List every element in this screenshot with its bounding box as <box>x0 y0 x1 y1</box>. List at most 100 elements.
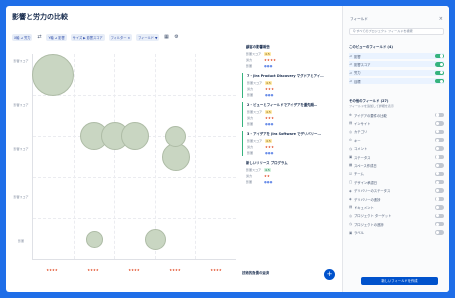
y-axis-label: 影響スコア <box>13 103 29 107</box>
field-item-label: 目標 <box>354 79 361 84</box>
field-item[interactable]: ▢ デザイン承認日 <box>349 179 444 185</box>
y-axis-chip[interactable]: Y軸 ⊿ 影響 <box>46 33 67 41</box>
field-item[interactable]: ▤ インサイト <box>349 120 444 126</box>
field-item[interactable]: ▣ ラベル <box>349 230 444 236</box>
field-item-label: プロジェクト ターゲット <box>354 214 392 219</box>
plot-area[interactable] <box>32 53 236 260</box>
field-item[interactable]: ◈ デリバリーの進捗 <box>349 196 444 202</box>
field-toggle[interactable] <box>435 221 444 227</box>
field-item[interactable]: ⊿ 影響スコア <box>349 61 444 68</box>
field-toggle[interactable] <box>435 129 444 135</box>
idea-bubble[interactable] <box>32 53 75 96</box>
field-label: 労力 <box>247 87 254 91</box>
field-toggle[interactable] <box>435 179 444 185</box>
field-item-label: カテゴリ <box>354 130 368 135</box>
field-toggle[interactable] <box>435 146 444 151</box>
page-title: 影響と労力の比較 <box>12 13 68 21</box>
idea-card[interactable]: 2 - ビューとフィールドでアイデアを優先順… 影響スコア 4.5 労力 ★★★ 影響 ●●… <box>242 102 328 127</box>
idea-card[interactable]: 顧客の影響報告 影響スコア 4.5 労力 ★★★★ 影響 ●●● <box>242 44 328 69</box>
grid-icon[interactable]: ▦ <box>163 34 169 40</box>
field-toggle[interactable] <box>435 171 444 177</box>
effort-rating: ★★ <box>264 174 271 178</box>
field-item[interactable]: ⊕ アイデアの要件の比較 <box>349 112 444 118</box>
filter-chip[interactable]: フィルター × <box>108 33 133 41</box>
impact-rating: ●●● <box>265 93 274 97</box>
section-title: その他のフィールド (27) <box>349 99 389 103</box>
field-toggle[interactable] <box>435 121 444 126</box>
field-item[interactable]: ◎ カテゴリ <box>349 129 444 135</box>
field-label: 影響スコア <box>247 139 263 143</box>
app-window: 影響と労力の比較 X軸 ⊿ 労力 ⇄ Y軸 ⊿ 影響 サイズ ▶ 影響スコア フ… <box>6 6 449 292</box>
idea-bubble[interactable] <box>165 125 187 147</box>
field-toggle[interactable] <box>435 112 444 118</box>
field-item[interactable]: ⊿ 労力 <box>349 69 444 76</box>
add-button[interactable]: + <box>324 269 335 280</box>
impact-rating: ●●● <box>264 64 273 68</box>
field-search-input[interactable]: Q すべてのプロジェクト フィールドを検索 <box>349 28 444 35</box>
field-item[interactable]: ⊙ キー <box>349 137 444 143</box>
x-tick-label: ★★★★ <box>210 268 222 272</box>
idea-bubble[interactable] <box>161 143 190 171</box>
field-toggle[interactable] <box>435 163 444 168</box>
impact-tag: 4.5 <box>265 139 272 143</box>
field-toggle[interactable] <box>435 205 444 210</box>
field-item[interactable]: ◈ デリバリーのステータス <box>349 188 444 194</box>
size-chip[interactable]: サイズ ▶ 影響スコア <box>70 33 105 41</box>
impact-rating: ●●● <box>264 180 273 184</box>
x-axis-chip[interactable]: X軸 ⊿ 労力 <box>12 33 33 41</box>
field-toggle[interactable] <box>435 196 444 202</box>
y-axis-label: 影響スコア <box>13 59 29 63</box>
idea-bubble[interactable] <box>85 231 103 248</box>
section-title: このビューのフィールド (4) <box>349 45 393 49</box>
field-item-label: チーム <box>354 172 364 177</box>
impact-tag: 4.5 <box>265 81 272 85</box>
y-axis-label: 影響スコア <box>13 195 29 199</box>
idea-bubble[interactable] <box>121 122 149 151</box>
field-item[interactable]: ◎ プロジェクト ターゲット <box>349 213 444 219</box>
idea-card[interactable]: 7 - Jira Product Discovery マグドアとアイ… 影響スコア… <box>242 73 328 98</box>
fields-chip[interactable]: フィールド ▼ <box>136 33 160 41</box>
field-toggle[interactable] <box>435 62 444 67</box>
field-toggle[interactable] <box>435 230 444 235</box>
field-item[interactable]: ⊿ 影響 <box>349 53 444 59</box>
card-title: 7 - Jira Product Discovery マグドアとアイ… <box>247 74 324 78</box>
impact-tag: 4.5 <box>265 110 272 114</box>
field-label: 労力 <box>246 58 253 62</box>
y-axis-label: 影響スコア <box>13 147 29 151</box>
close-icon[interactable]: × <box>439 16 443 22</box>
settings-icon[interactable]: ⚙ <box>173 34 179 40</box>
field-label: 影響スコア <box>247 110 263 114</box>
field-item-label: キー <box>354 138 361 143</box>
field-toggle[interactable] <box>435 53 444 59</box>
idea-card[interactable]: 3 - アイデアを Jira Software でデリバリー… 影響スコア 4.5 労… <box>242 131 328 156</box>
x-axis: ★★★★ ★★★★ ★★★★ ★★★★ ★★★★ <box>32 268 236 274</box>
idea-bubble[interactable] <box>144 228 166 250</box>
field-toggle[interactable] <box>435 154 444 160</box>
field-toggle[interactable] <box>435 70 444 76</box>
field-item[interactable]: ◷ プロジェクトの進捗 <box>349 221 444 227</box>
field-toggle[interactable] <box>435 78 444 84</box>
field-label: 労力 <box>246 174 253 178</box>
field-item-label: 影響スコア <box>354 62 371 67</box>
field-item[interactable]: ▤ ドキュメント <box>349 204 444 210</box>
field-item[interactable]: ▣ ステータス <box>349 154 444 160</box>
field-item-label: コメント <box>354 147 368 152</box>
field-item[interactable]: ⊿ 目標 <box>349 78 444 85</box>
field-item[interactable]: ☑ チーム <box>349 171 444 177</box>
idea-card-list: 顧客の影響報告 影響スコア 4.5 労力 ★★★★ 影響 ●●● 7 - Jira Produ… <box>242 44 328 286</box>
field-item-label: デザイン承認日 <box>354 180 378 185</box>
field-label: 影響 <box>247 122 254 126</box>
idea-card[interactable]: 新しいリリース プログラム 影響スコア 4.5 労力 ★★ 影響 ●●● <box>242 160 328 185</box>
field-label: 影響 <box>246 64 253 68</box>
impact-rating: ●●● <box>265 122 274 126</box>
field-item-label: インサイト <box>354 121 371 126</box>
field-toggle[interactable] <box>435 137 444 143</box>
field-item[interactable]: ◷ コメント <box>349 146 444 152</box>
field-toggle[interactable] <box>435 213 444 219</box>
swap-icon[interactable]: ⇄ <box>36 34 42 40</box>
create-field-button[interactable]: 新しいフィールドを作成 <box>361 277 438 285</box>
field-toggle[interactable] <box>435 188 444 193</box>
y-axis-label: 影響 <box>17 239 24 243</box>
field-item[interactable]: ▦ スペース作成日 <box>349 162 444 168</box>
card-title: 新しいリリース プログラム <box>246 161 288 165</box>
